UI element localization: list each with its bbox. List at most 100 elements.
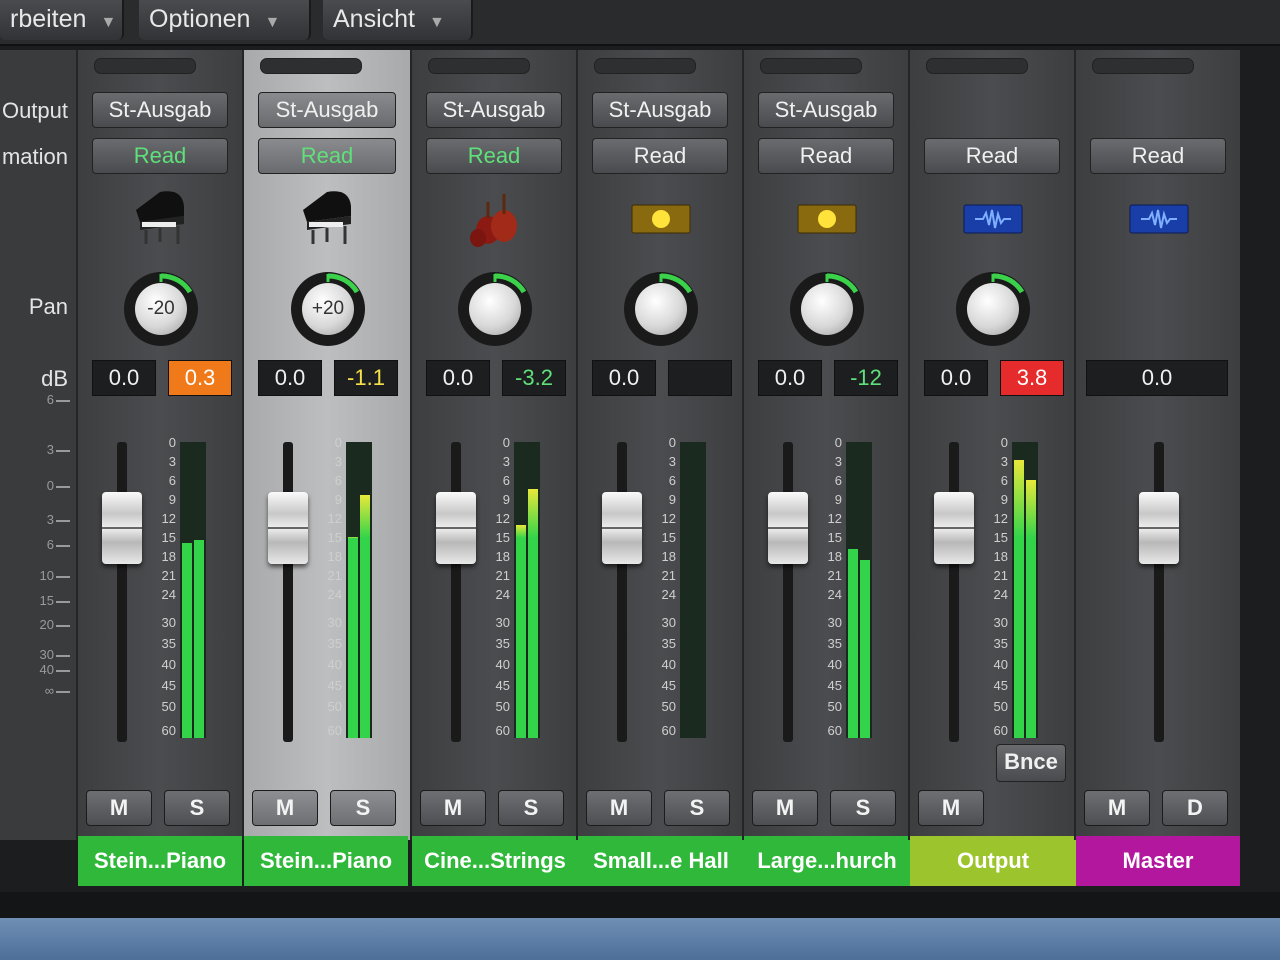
meter-tick-label: 0: [168, 435, 176, 450]
volume-display[interactable]: 0.0: [592, 360, 656, 396]
meter-tick-label: 3: [668, 454, 676, 469]
pan-knob[interactable]: [458, 272, 532, 346]
volume-display[interactable]: 0.0: [758, 360, 822, 396]
fader-cap[interactable]: [602, 492, 642, 564]
meter-tick-label: 30: [327, 615, 342, 630]
strings-icon[interactable]: [464, 186, 528, 255]
dim-button[interactable]: D: [1162, 790, 1228, 826]
insert-slot[interactable]: [760, 58, 862, 74]
automation-mode-button[interactable]: Read: [92, 138, 228, 174]
output-button[interactable]: St-Ausgab: [758, 92, 894, 128]
pan-knob[interactable]: [624, 272, 698, 346]
pan-value: +20: [302, 283, 354, 335]
volume-display[interactable]: 0.0: [258, 360, 322, 396]
volume-display[interactable]: 0.0: [1086, 360, 1228, 396]
solo-button[interactable]: S: [330, 790, 396, 826]
meter-tick-label: 15: [661, 530, 676, 545]
insert-slot[interactable]: [1092, 58, 1194, 74]
volume-display[interactable]: 0.0: [924, 360, 988, 396]
solo-button[interactable]: S: [830, 790, 896, 826]
channel-name[interactable]: Small...e Hall: [578, 836, 744, 886]
insert-slot[interactable]: [94, 58, 196, 74]
scale-tick: [56, 670, 70, 672]
bounce-button[interactable]: Bnce: [996, 744, 1066, 782]
mute-button[interactable]: M: [918, 790, 984, 826]
menu-label: Optionen: [149, 5, 251, 33]
meter-tick-label: 30: [495, 615, 510, 630]
channel-name[interactable]: Output: [910, 836, 1076, 886]
insert-slot[interactable]: [260, 58, 362, 74]
output-button[interactable]: St-Ausgab: [92, 92, 228, 128]
fader-cap[interactable]: [768, 492, 808, 564]
peak-display[interactable]: [668, 360, 732, 396]
mute-button[interactable]: M: [420, 790, 486, 826]
pan-knob[interactable]: [790, 272, 864, 346]
mute-button[interactable]: M: [586, 790, 652, 826]
solo-button[interactable]: S: [498, 790, 564, 826]
meter-tick-label: 12: [827, 511, 842, 526]
waveform-plugin-icon[interactable]: [963, 204, 1023, 239]
automation-mode-button[interactable]: Read: [426, 138, 562, 174]
volume-fader[interactable]: [1139, 442, 1179, 742]
channel-strip: St-Ausgab Read -20 0.0 0.3 0 3 6 9 12 15 18 21 24 30 35…: [76, 50, 242, 886]
fader-cap[interactable]: [436, 492, 476, 564]
insert-slot[interactable]: [926, 58, 1028, 74]
pan-knob[interactable]: +20: [291, 272, 365, 346]
pan-knob[interactable]: [956, 272, 1030, 346]
pan-knob[interactable]: -20: [124, 272, 198, 346]
mute-button[interactable]: M: [752, 790, 818, 826]
grand-piano-icon[interactable]: [297, 186, 357, 255]
pan-value: [635, 283, 687, 335]
volume-fader[interactable]: [102, 442, 142, 742]
volume-fader[interactable]: [768, 442, 808, 742]
meter-tick-label: 0: [668, 435, 676, 450]
peak-display[interactable]: -3.2: [502, 360, 566, 396]
output-button[interactable]: St-Ausgab: [592, 92, 728, 128]
volume-display[interactable]: 0.0: [426, 360, 490, 396]
chevron-down-icon: ▼: [100, 14, 117, 31]
volume-fader[interactable]: [436, 442, 476, 742]
fader-cap[interactable]: [934, 492, 974, 564]
channel-name[interactable]: Stein...Piano: [244, 836, 408, 886]
automation-mode-button[interactable]: Read: [592, 138, 728, 174]
fader-cap[interactable]: [268, 492, 308, 564]
insert-slot[interactable]: [428, 58, 530, 74]
menu-ansicht[interactable]: Ansicht ▼: [323, 0, 473, 40]
output-button[interactable]: St-Ausgab: [426, 92, 562, 128]
channel-name[interactable]: Master: [1076, 836, 1240, 886]
channel-name[interactable]: Cine...Strings: [412, 836, 578, 886]
menu-optionen[interactable]: Optionen ▼: [139, 0, 311, 40]
yellow-dot-plugin-icon[interactable]: [797, 204, 857, 239]
peak-display[interactable]: 0.3: [168, 360, 232, 396]
solo-button[interactable]: S: [164, 790, 230, 826]
yellow-dot-plugin-icon[interactable]: [631, 204, 691, 239]
volume-display[interactable]: 0.0: [92, 360, 156, 396]
output-button[interactable]: St-Ausgab: [258, 92, 396, 128]
volume-fader[interactable]: [934, 442, 974, 742]
volume-fader[interactable]: [602, 442, 642, 742]
meter-tick-label: 45: [161, 678, 176, 693]
grand-piano-icon[interactable]: [130, 186, 190, 255]
fader-cap[interactable]: [1139, 492, 1179, 564]
scale-tick-label: 10: [39, 568, 54, 583]
scale-tick-label: ∞: [44, 683, 54, 698]
peak-display[interactable]: -12: [834, 360, 898, 396]
fader-cap[interactable]: [102, 492, 142, 564]
peak-display[interactable]: 3.8: [1000, 360, 1064, 396]
menu-bearbeiten[interactable]: rbeiten ▼: [0, 0, 124, 40]
channel-name[interactable]: Stein...Piano: [78, 836, 242, 886]
automation-mode-button[interactable]: Read: [1090, 138, 1226, 174]
insert-slot[interactable]: [594, 58, 696, 74]
volume-fader[interactable]: [268, 442, 308, 742]
mute-button[interactable]: M: [252, 790, 318, 826]
solo-button[interactable]: S: [664, 790, 730, 826]
channel-name[interactable]: Large...hurch: [744, 836, 910, 886]
mute-button[interactable]: M: [1084, 790, 1150, 826]
automation-mode-button[interactable]: Read: [758, 138, 894, 174]
mute-button[interactable]: M: [86, 790, 152, 826]
meter-tick-label: 9: [668, 492, 676, 507]
waveform-plugin-icon[interactable]: [1129, 204, 1189, 239]
automation-mode-button[interactable]: Read: [258, 138, 396, 174]
peak-display[interactable]: -1.1: [334, 360, 398, 396]
automation-mode-button[interactable]: Read: [924, 138, 1060, 174]
